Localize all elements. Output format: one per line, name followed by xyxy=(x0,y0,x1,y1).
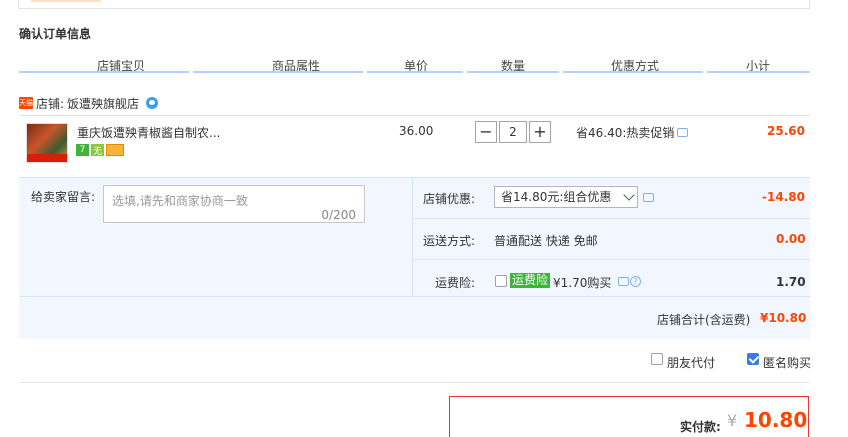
anonymous-label[interactable]: 匿名购买 xyxy=(763,354,811,371)
promo-text: 省46.40:热卖促销 xyxy=(576,126,675,140)
memo-label: 给卖家留言: xyxy=(31,190,96,204)
quantity-minus-button[interactable]: − xyxy=(475,121,497,143)
vertical-divider xyxy=(412,177,413,296)
memo-placeholder: 选填,请先和商家协商一致 xyxy=(112,194,248,208)
shop-row: 天猫 店铺: 饭遭殃旗舰店 xyxy=(19,95,159,112)
shop-label: 店铺: xyxy=(36,96,65,111)
previous-section-box xyxy=(18,0,810,9)
shipping-method: 普通配送 快递 免邮 xyxy=(494,234,598,248)
unit-price: 36.00 xyxy=(399,124,434,138)
message-icon[interactable] xyxy=(618,277,629,286)
tmall-icon: 天猫 xyxy=(19,97,33,109)
shop-discount-label: 店铺优惠: xyxy=(423,192,476,206)
shop-total-amount: ¥10.80 xyxy=(760,311,807,325)
product-title-link[interactable]: 重庆饭遭殃青椒酱自制农... xyxy=(77,124,220,141)
payment-label: 实付款: xyxy=(680,420,721,434)
section-title: 确认订单信息 xyxy=(19,27,92,41)
shop-discount-amount: -14.80 xyxy=(762,190,805,204)
friend-pay-label[interactable]: 朋友代付 xyxy=(667,354,715,371)
chat-icon[interactable] xyxy=(146,97,159,109)
shipping-amount: 0.00 xyxy=(776,232,806,246)
insurance-tag: 运费险 xyxy=(510,273,551,288)
seven-day-return-icon[interactable]: 7 xyxy=(76,144,89,156)
quantity-input[interactable]: 2 xyxy=(499,121,527,143)
service-badges: 7 无 xyxy=(76,144,124,157)
insurance-checkbox[interactable] xyxy=(495,275,507,287)
header-underline xyxy=(707,71,810,73)
quantity-plus-button[interactable]: + xyxy=(529,121,551,143)
item-subtotal: 25.60 xyxy=(767,124,805,138)
header-underline xyxy=(563,71,703,73)
payment-amount: 10.80 xyxy=(744,408,808,432)
row-divider xyxy=(413,218,810,219)
shop-discount-selected: 省14.80元:组合优惠 xyxy=(501,190,612,204)
insurance-label: 运费险: xyxy=(435,276,476,290)
shipping-label: 运送方式: xyxy=(423,234,476,248)
shop-name-link[interactable]: 饭遭殃旗舰店 xyxy=(67,95,139,112)
header-underline xyxy=(467,71,559,73)
product-thumbnail[interactable] xyxy=(26,123,68,163)
memo-textarea[interactable]: 选填,请先和商家协商一致 0/200 xyxy=(103,185,365,223)
row-divider xyxy=(19,296,810,297)
message-icon[interactable] xyxy=(677,128,689,137)
payment-currency: ¥ xyxy=(727,411,738,430)
worry-free-icon[interactable]: 无 xyxy=(91,144,104,157)
header-underline xyxy=(19,71,189,73)
help-icon[interactable]: ? xyxy=(630,276,641,287)
chevron-down-icon xyxy=(623,189,635,201)
credit-card-icon[interactable] xyxy=(106,144,124,156)
divider xyxy=(19,382,810,383)
shop-total-label: 店铺合计(含运费) xyxy=(657,313,751,327)
header-underline xyxy=(193,71,363,73)
quantity-stepper: − 2 + xyxy=(475,121,551,143)
anonymous-checkbox[interactable] xyxy=(747,353,759,365)
promo-info: 省46.40:热卖促销 xyxy=(576,124,689,141)
insurance-amount: 1.70 xyxy=(776,275,806,289)
message-icon[interactable] xyxy=(643,193,654,202)
shop-discount-select[interactable]: 省14.80元:组合优惠 xyxy=(494,186,638,208)
header-underline xyxy=(367,71,463,73)
friend-pay-checkbox[interactable] xyxy=(651,353,663,365)
memo-char-counter: 0/200 xyxy=(321,208,356,222)
row-divider xyxy=(413,259,810,260)
insurance-price: ¥1.70购买 xyxy=(553,276,612,290)
